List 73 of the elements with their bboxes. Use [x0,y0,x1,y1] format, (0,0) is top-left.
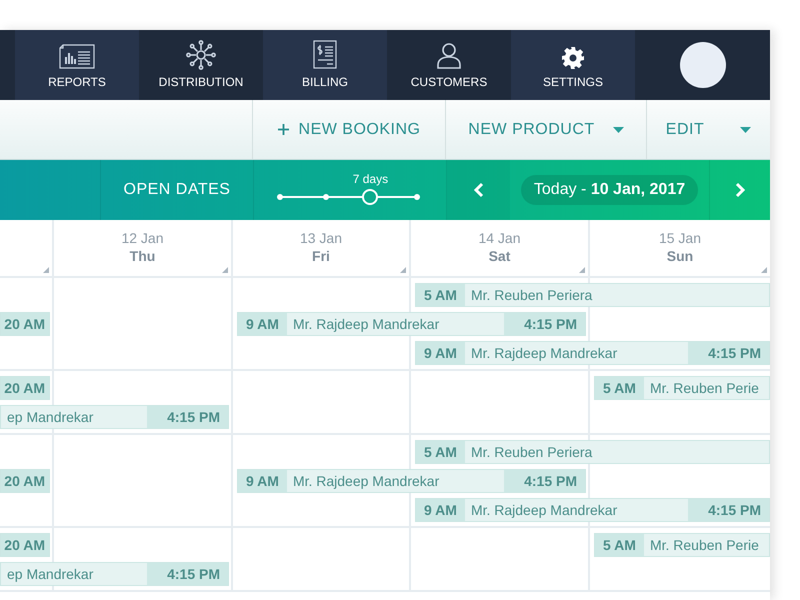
toolbar-button[interactable]: NEW PRODUCT [446,100,647,159]
plus-icon [278,124,289,135]
customer-name: Mr. Reuben Periera [470,286,594,305]
caret-icon [740,126,752,132]
booking-bar[interactable]: 5 AM Mr. Reuben Periera [415,283,770,307]
nav-item[interactable]: REPORTS [15,30,139,100]
booking-start-time: 9 AM [416,342,465,364]
column-weekday: Fri [312,248,330,264]
range-slider[interactable] [280,189,417,205]
customer-name: Mr. Reuben Periera [470,443,594,462]
booking-bar[interactable]: 9 AM Mr. Rajdeep Mandrekar 4:15 PM [415,341,770,365]
column-date: 14 Jan [478,230,521,246]
booking-end-time: 4:15 PM [504,313,585,335]
column-weekday: Sun [666,248,694,264]
column-date: 13 Jan [300,230,342,246]
booking-bar[interactable]: 20 AM [0,312,50,336]
report-chart-icon [57,42,97,70]
customer-name: Mr. Reuben Perie [648,536,760,555]
settings-icon [561,46,585,70]
booking-end-time: 4:15 PM [504,470,585,492]
customer-name: Mr. Rajdeep Mandrekar [292,472,440,491]
slider-thumb[interactable] [362,189,378,205]
booking-bar[interactable]: 9 AM Mr. Rajdeep Mandrekar 4:15 PM [415,498,770,522]
column-date: 12 Jan [121,230,164,246]
toolbar-button[interactable]: NEW BOOKING [253,100,446,159]
person-icon [436,42,462,70]
caret-icon [612,126,624,132]
customer-name: Mr. Reuben Perie [648,379,760,398]
booking-start-time: 9 AM [238,470,287,492]
open-dates-button[interactable]: OPEN DATES [101,160,254,220]
corner-icon [43,267,49,273]
column-weekday: Thu [130,248,156,264]
booking-end-time: 4:15 PM [147,406,228,428]
chevron-left-icon [474,182,484,198]
booking-bar[interactable]: 20 AM [0,376,50,400]
customer-name: ep Mandrekar [6,408,94,427]
customer-name: Mr. Rajdeep Mandrekar [470,344,618,363]
booking-start-time: 9 AM [416,499,465,521]
booking-end-time: 4:15 PM [688,499,769,521]
booking-bar[interactable]: 5 AM Mr. Reuben Perie [594,533,770,557]
customer-name: Mr. Rajdeep Mandrekar [292,315,440,334]
chevron-right-icon [735,182,745,198]
booking-bar[interactable]: 20 AM [0,469,50,493]
corner-icon [400,267,406,273]
toolbar-button[interactable]: EDIT [647,100,770,159]
booking-bar[interactable]: 5 AM Mr. Reuben Periera [415,440,770,464]
booking-end-time: 4:15 PM [147,563,228,585]
customer-name: ep Mandrekar [6,565,94,584]
booking-bar[interactable]: 5 AM Mr. Reuben Perie [594,376,770,400]
booking-bar[interactable]: 9 AM Mr. Rajdeep Mandrekar 4:15 PM [237,469,586,493]
booking-end-time: 4:15 PM [688,342,769,364]
network-node-icon [186,40,216,70]
booking-start-time: 5 AM [595,377,644,399]
column-weekday: Sat [488,248,510,264]
avatar[interactable] [680,42,726,88]
invoice-icon [312,40,338,70]
nav-item[interactable]: BILLING [263,30,387,100]
nav-item[interactable]: SETTINGS [511,30,635,100]
booking-start-time: 9 AM [238,313,287,335]
booking-bar[interactable]: 9 AM Mr. Rajdeep Mandrekar 4:15 PM [237,312,586,336]
booking-bar[interactable]: ep Mandrekar 4:15 PM [0,562,229,586]
range-label: 7 days [352,172,388,186]
booking-start-time: 5 AM [416,284,465,306]
today-date-pill[interactable]: Today - 10 Jan, 2017 [520,175,698,205]
corner-icon [761,267,767,273]
customer-name: Mr. Rajdeep Mandrekar [470,501,618,520]
booking-bar[interactable]: ep Mandrekar 4:15 PM [0,405,229,429]
booking-bar[interactable]: 20 AM [0,533,50,557]
corner-icon [222,267,228,273]
booking-start-time: 5 AM [595,534,644,556]
booking-start-time: 5 AM [416,441,465,463]
corner-icon [579,267,585,273]
column-date: 15 Jan [658,230,702,246]
